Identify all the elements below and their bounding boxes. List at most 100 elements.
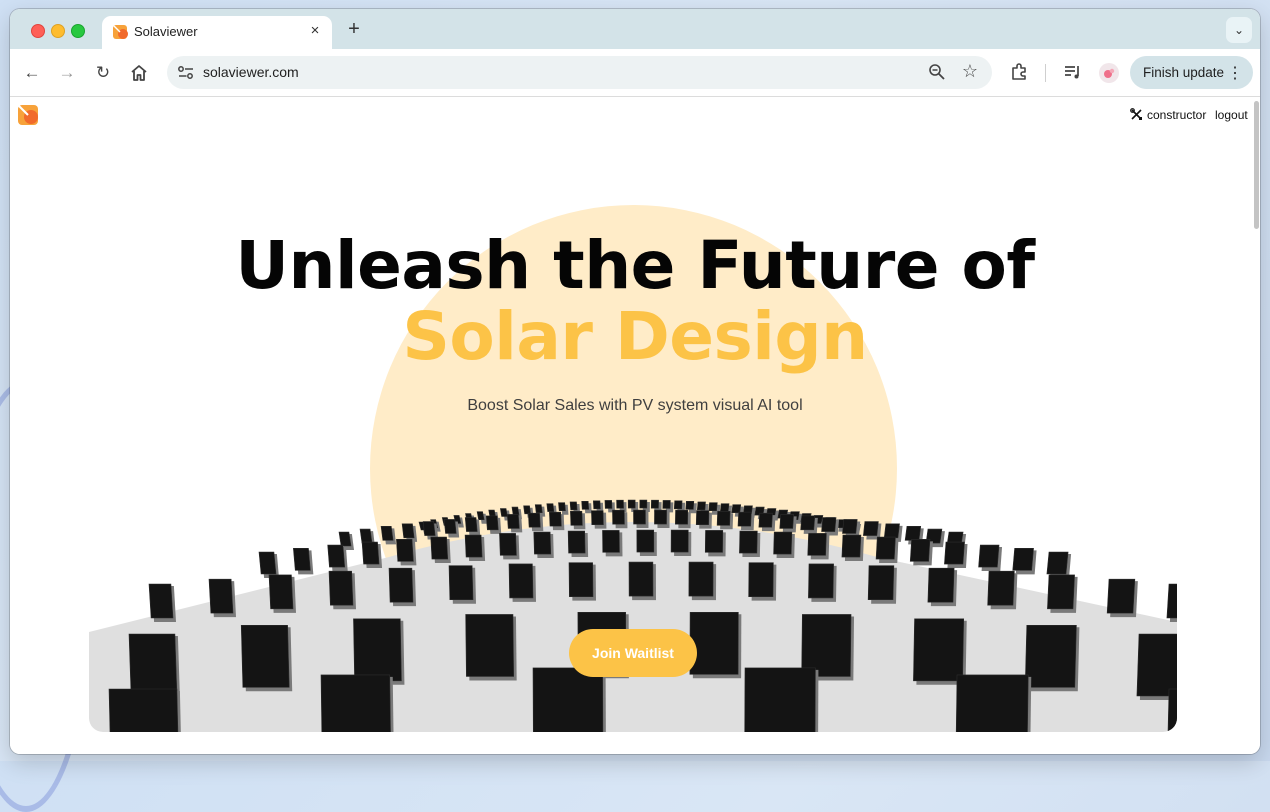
solar-panel — [380, 526, 394, 541]
solar-panel — [807, 533, 827, 556]
solar-panel — [612, 509, 625, 525]
solar-panel — [695, 510, 710, 525]
reload-icon[interactable]: ↻ — [92, 62, 114, 84]
solar-panel — [558, 502, 566, 512]
tab-search-button[interactable]: ⌄ — [1226, 17, 1252, 43]
solar-panel — [758, 512, 773, 528]
solar-panel — [593, 500, 601, 510]
solar-panel — [654, 509, 667, 525]
solar-panel — [511, 506, 520, 516]
solar-panel — [465, 614, 514, 677]
solar-panel — [506, 514, 520, 529]
solar-panel — [604, 500, 613, 509]
site-info-icon[interactable] — [177, 64, 195, 81]
solar-panel — [567, 530, 586, 554]
join-waitlist-button[interactable]: Join Waitlist — [569, 629, 697, 677]
solar-panel — [650, 499, 659, 509]
solar-panel — [773, 531, 793, 555]
solaviewer-logo-icon[interactable] — [18, 105, 38, 125]
zoom-window-button[interactable] — [71, 24, 85, 38]
solar-panel — [875, 536, 896, 560]
web-page: constructor logout Unleash the Future of… — [10, 97, 1260, 754]
solar-panel — [616, 499, 624, 509]
solar-panel — [744, 667, 816, 732]
solar-panel — [627, 499, 636, 509]
address-bar[interactable]: solaviewer.com ☆ — [167, 56, 992, 89]
hero-subtitle: Boost Solar Sales with PV system visual … — [467, 397, 803, 414]
profile-icon[interactable] — [1099, 63, 1119, 83]
logout-link[interactable]: logout — [1215, 108, 1248, 122]
constructor-link[interactable]: constructor — [1130, 108, 1206, 122]
solar-panel — [591, 510, 604, 525]
solar-panel — [570, 510, 583, 526]
close-window-button[interactable] — [31, 24, 45, 38]
solar-panel — [353, 618, 402, 682]
solar-panel — [821, 517, 837, 532]
solar-panel — [978, 544, 1000, 568]
browser-menu-icon[interactable]: ⋮ — [1227, 63, 1243, 83]
extensions-icon[interactable] — [1009, 62, 1029, 82]
solar-panel — [662, 500, 671, 509]
solar-panel — [499, 533, 517, 556]
solar-panel — [464, 517, 478, 532]
solar-panel — [685, 501, 695, 510]
solar-panel — [485, 515, 499, 531]
solar-panel — [1047, 574, 1075, 610]
back-icon[interactable]: ← — [21, 62, 43, 84]
solar-panel — [527, 512, 541, 528]
solar-panel — [801, 614, 852, 677]
tab-close-icon[interactable]: × — [306, 22, 324, 40]
forward-icon[interactable]: → — [56, 62, 78, 84]
solar-panel — [955, 674, 1029, 732]
new-tab-button[interactable]: + — [343, 18, 365, 40]
solar-panel — [719, 503, 730, 512]
media-queue-icon[interactable] — [1063, 62, 1083, 82]
solar-panel — [569, 501, 578, 511]
profile-avatar-icon — [1104, 68, 1115, 78]
browser-window: Solaviewer × + ⌄ ← → ↻ solaviewer.com ☆ … — [10, 9, 1260, 754]
solar-panel — [670, 529, 689, 553]
toolbar-divider — [1045, 64, 1046, 82]
solar-panel — [320, 674, 391, 732]
finish-update-button[interactable]: Finish update ⋮ — [1130, 56, 1253, 89]
solar-panel — [987, 570, 1015, 606]
url-text[interactable]: solaviewer.com — [203, 64, 299, 80]
solar-panel — [208, 578, 234, 614]
solar-panel — [546, 503, 555, 512]
solar-panel — [636, 529, 655, 553]
solar-panel — [602, 530, 620, 553]
bookmark-star-icon[interactable]: ☆ — [962, 61, 978, 82]
solar-panel — [927, 567, 955, 603]
tab-solaviewer[interactable]: Solaviewer × — [102, 16, 332, 49]
minimize-window-button[interactable] — [51, 24, 65, 38]
solar-panel — [401, 523, 415, 539]
solar-panel — [708, 502, 718, 512]
home-icon[interactable] — [129, 63, 149, 83]
solar-panel — [523, 505, 531, 515]
tools-icon — [1130, 108, 1142, 120]
solar-panel — [628, 561, 654, 597]
solar-panel — [739, 530, 758, 554]
solar-panel — [549, 511, 562, 527]
zoom-icon[interactable] — [928, 63, 946, 81]
solar-panel — [148, 583, 174, 619]
page-scrollbar[interactable] — [1254, 101, 1259, 229]
solar-panel — [841, 534, 862, 558]
solar-panel — [448, 565, 474, 601]
solar-panel — [430, 536, 449, 560]
solar-panel — [689, 611, 739, 675]
solar-panel — [534, 504, 543, 513]
solar-panel — [396, 539, 414, 562]
solar-panel — [737, 511, 752, 527]
solar-panel — [361, 541, 380, 565]
solaviewer-logo-icon — [113, 25, 128, 39]
solar-panel — [704, 530, 724, 553]
solar-panel — [944, 541, 965, 565]
solar-panel — [748, 562, 774, 597]
solar-panel — [633, 509, 646, 525]
solar-panel — [779, 514, 794, 529]
constructor-label: constructor — [1147, 108, 1207, 122]
solar-panel — [800, 515, 816, 531]
solar-panel — [128, 633, 178, 697]
solar-panel — [108, 688, 179, 732]
